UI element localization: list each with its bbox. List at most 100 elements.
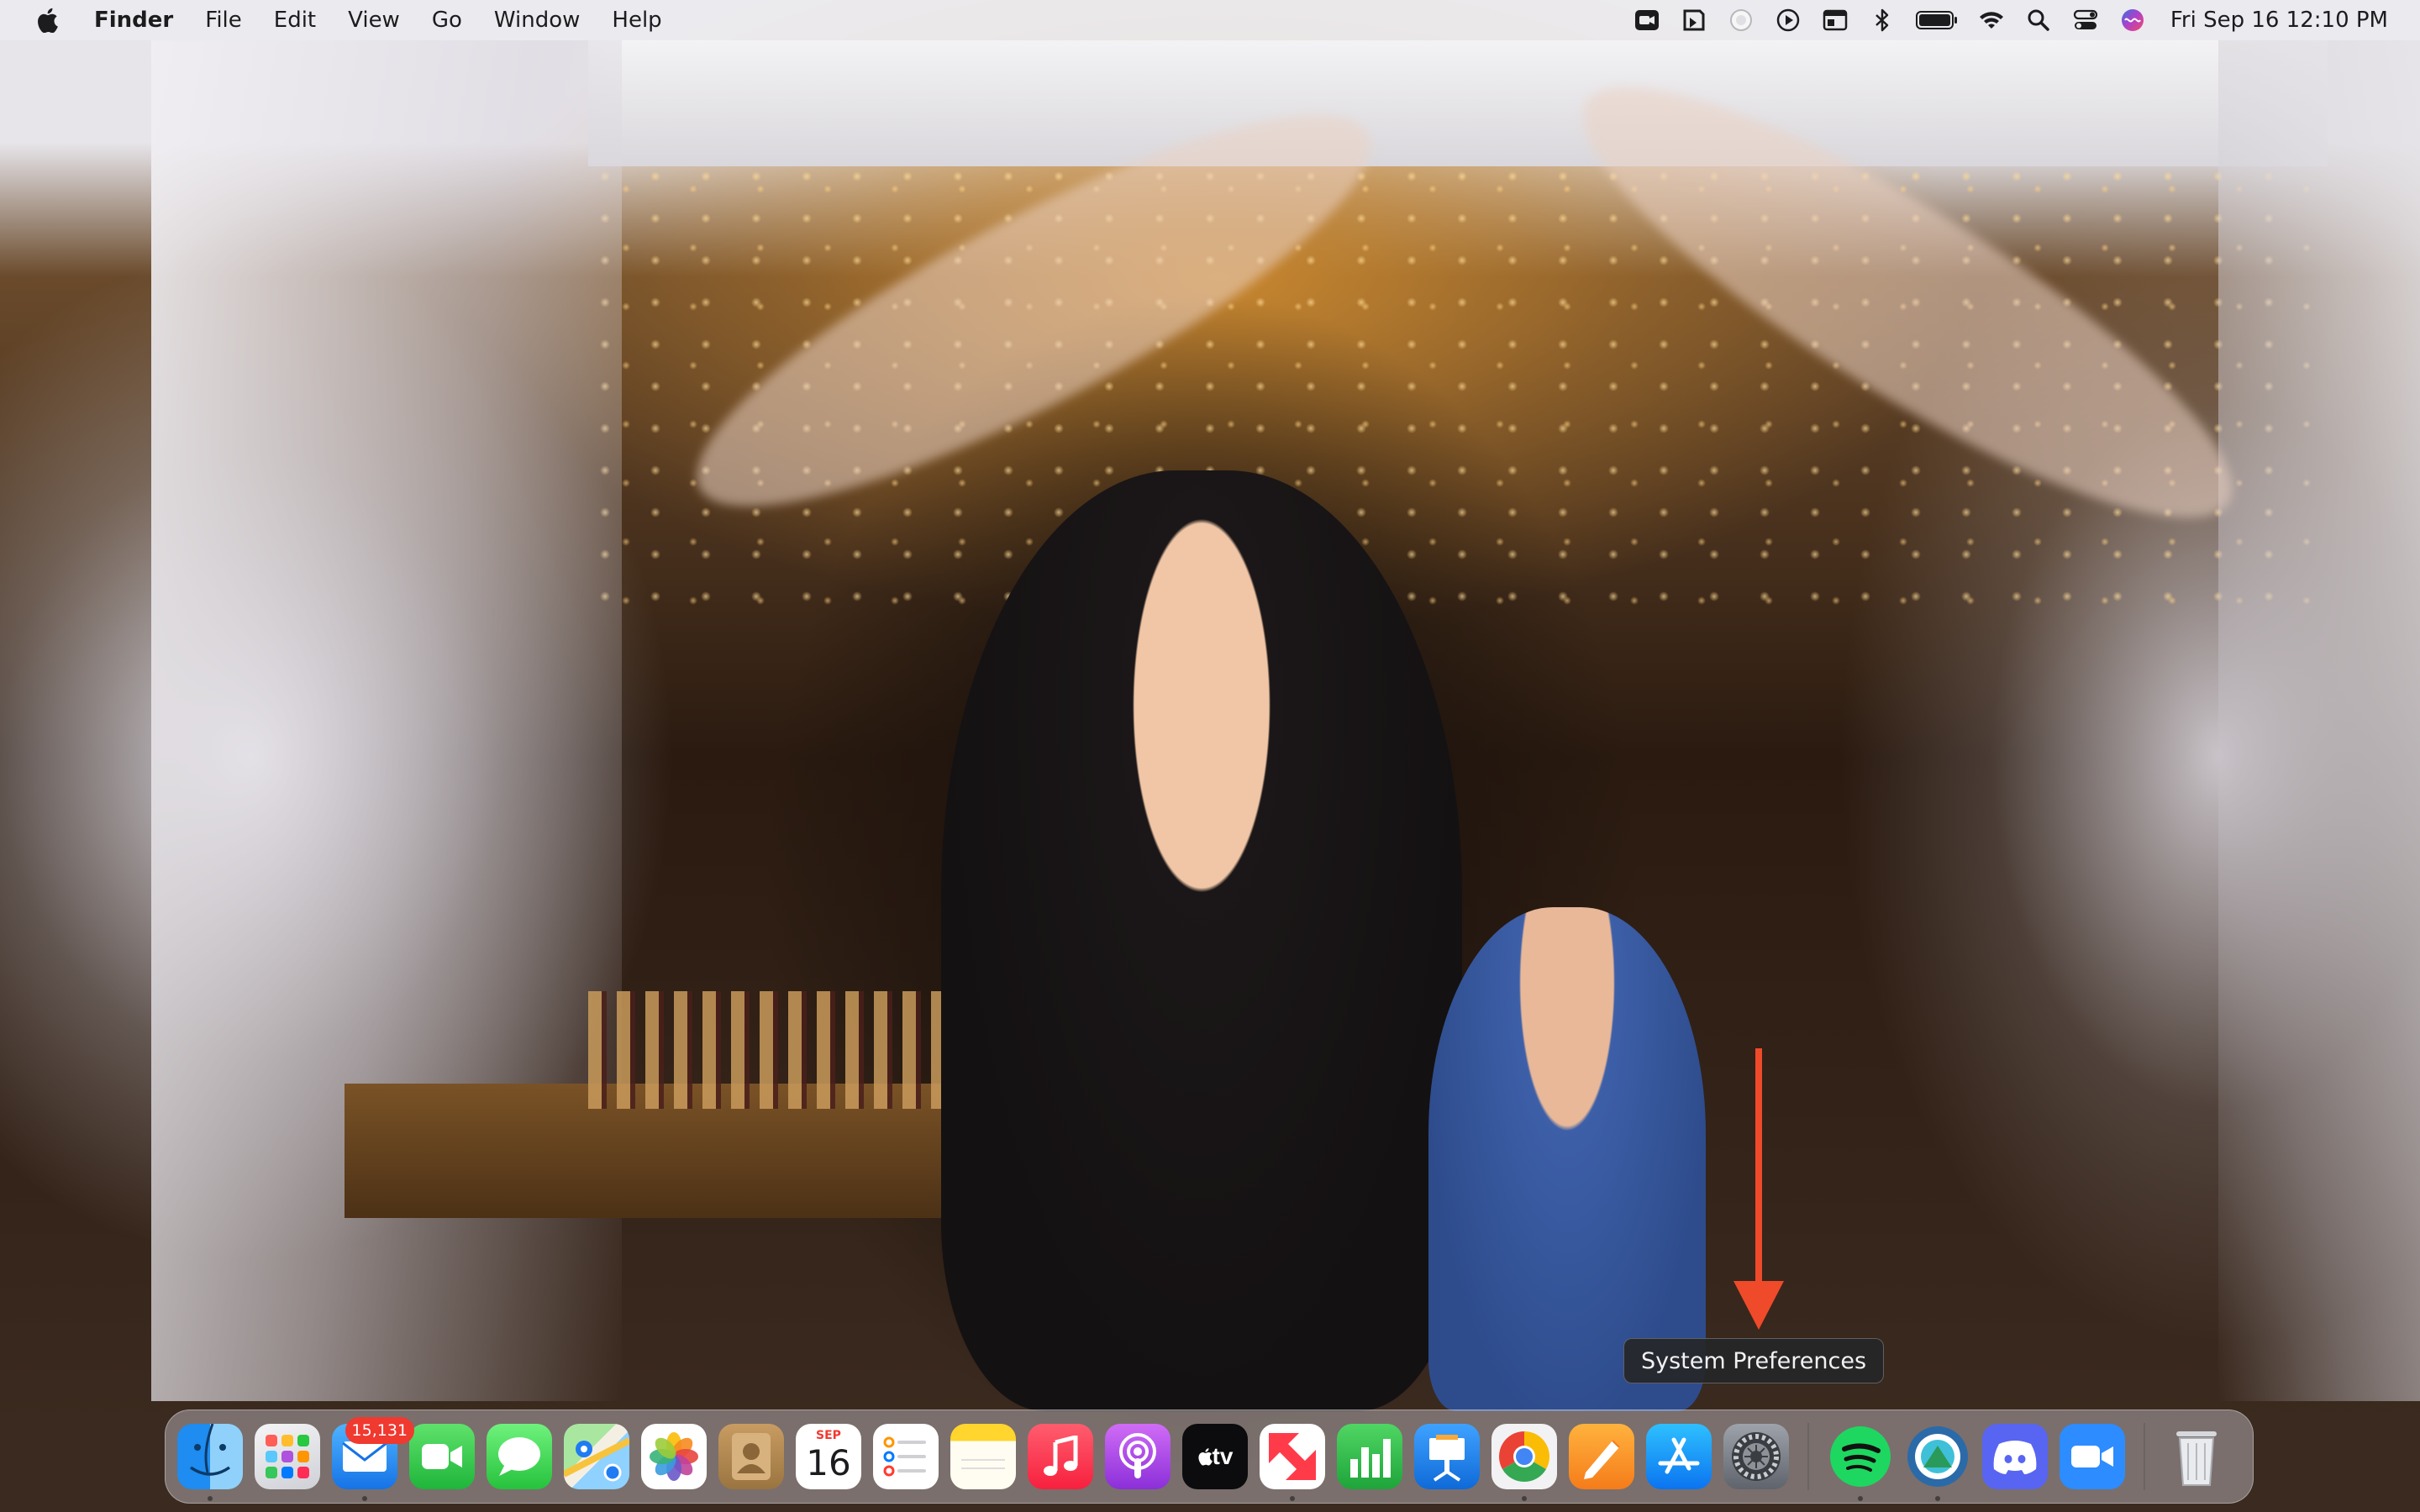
numbers-icon	[1337, 1424, 1402, 1489]
wallpaper-person-blue-dress	[1428, 907, 1706, 1411]
dock-separator	[1807, 1423, 1809, 1490]
dock-app-app-store[interactable]	[1646, 1424, 1712, 1489]
dock-app-calendar[interactable]: SEP 16	[796, 1424, 861, 1489]
dock-app-system-preferences[interactable]	[1723, 1424, 1789, 1489]
wallpaper-string-lights	[588, 160, 2311, 630]
dock-app-keynote[interactable]	[1414, 1424, 1480, 1489]
menu-help[interactable]: Help	[612, 8, 661, 33]
menu-go[interactable]: Go	[432, 8, 462, 33]
menu-clock[interactable]: Fri Sep 16 12:10 PM	[2170, 8, 2388, 33]
apple-menu-icon[interactable]	[34, 7, 60, 34]
menu-view[interactable]: View	[348, 8, 400, 33]
dock-app-discord[interactable]	[1982, 1424, 2048, 1489]
reminders-icon	[873, 1424, 939, 1489]
apple-tv-icon: tv	[1182, 1424, 1248, 1489]
dock-app-news[interactable]	[1260, 1424, 1325, 1501]
menu-app-name[interactable]: Finder	[94, 8, 173, 33]
camera-icon[interactable]	[1633, 6, 1661, 34]
menu-bar-right: Fri Sep 16 12:10 PM	[1614, 0, 2420, 40]
launchpad-icon	[255, 1424, 320, 1489]
menu-bar: Finder File Edit View Go Window Help Fri…	[0, 0, 2420, 40]
dock-app-maps[interactable]	[564, 1424, 629, 1489]
calendar-icon: SEP 16	[796, 1424, 861, 1489]
apple-tv-label: tv	[1212, 1443, 1234, 1469]
keynote-icon	[1414, 1424, 1480, 1489]
trash-icon	[2164, 1424, 2229, 1489]
siri-icon[interactable]	[2118, 6, 2147, 34]
zoom-icon	[2060, 1424, 2125, 1489]
dock-app-finder[interactable]	[177, 1424, 243, 1501]
spotify-icon	[1828, 1424, 1893, 1489]
search-icon[interactable]	[2024, 6, 2053, 34]
dock-app-notes[interactable]	[950, 1424, 1016, 1489]
chrome-icon	[1491, 1424, 1557, 1489]
running-indicator	[362, 1496, 367, 1501]
dock-app-music[interactable]	[1028, 1424, 1093, 1489]
dock-app-zoom[interactable]	[2060, 1424, 2125, 1489]
menu-file[interactable]: File	[205, 8, 242, 33]
dock-app-podcasts[interactable]	[1105, 1424, 1171, 1489]
dock-tooltip: System Preferences	[1623, 1338, 1884, 1383]
menu-window[interactable]: Window	[494, 8, 581, 33]
play-circle-icon[interactable]	[1774, 6, 1802, 34]
running-indicator	[1858, 1496, 1863, 1501]
annotation-arrow-head	[1733, 1281, 1784, 1330]
wallpaper-left-curtain	[151, 40, 622, 1401]
dock-app-launchpad[interactable]	[255, 1424, 320, 1489]
menu-edit[interactable]: Edit	[274, 8, 316, 33]
script-icon[interactable]	[1680, 6, 1708, 34]
wallpaper-table	[345, 1084, 1042, 1218]
wallpaper-tent-roof	[588, 40, 2328, 166]
podcasts-icon	[1105, 1424, 1171, 1489]
annotation-arrow-shaft	[1755, 1048, 1762, 1292]
maps-icon	[564, 1424, 629, 1489]
dock-app-camo[interactable]	[1905, 1424, 1970, 1501]
dock-app-numbers[interactable]	[1337, 1424, 1402, 1489]
wallpaper-right-curtain	[2218, 40, 2420, 1401]
bluetooth-icon[interactable]	[1868, 6, 1897, 34]
dock-app-mail[interactable]: 15,131	[332, 1417, 414, 1501]
notes-icon	[950, 1424, 1016, 1489]
loading-icon[interactable]	[1727, 6, 1755, 34]
dock-app-reminders[interactable]	[873, 1424, 939, 1489]
wifi-icon[interactable]	[1977, 6, 2006, 34]
dock-app-tv[interactable]: tv	[1182, 1424, 1248, 1489]
dock-app-photos[interactable]	[641, 1424, 707, 1489]
dock-app-messages[interactable]	[487, 1424, 552, 1489]
contacts-icon	[718, 1424, 784, 1489]
calendar-day: 16	[806, 1442, 851, 1483]
camo-icon	[1905, 1424, 1970, 1489]
menu-bar-left: Finder File Edit View Go Window Help	[0, 0, 694, 40]
battery-icon[interactable]	[1915, 6, 1959, 34]
mail-unread-badge: 15,131	[345, 1417, 414, 1444]
dock-app-contacts[interactable]	[718, 1424, 784, 1489]
running-indicator	[1522, 1496, 1527, 1501]
dock-app-facetime[interactable]	[409, 1424, 475, 1489]
finder-icon	[177, 1424, 243, 1489]
music-icon	[1028, 1424, 1093, 1489]
photos-icon	[641, 1424, 707, 1489]
dock-app-spotify[interactable]	[1828, 1424, 1893, 1501]
wallpaper-fabric-swag-left	[656, 51, 1411, 570]
calendar-month: SEP	[816, 1429, 841, 1442]
running-indicator	[1290, 1496, 1295, 1501]
messages-icon	[487, 1424, 552, 1489]
dock-app-chrome[interactable]	[1491, 1424, 1557, 1501]
dock: 15,131 SEP 16 tv	[165, 1410, 2254, 1504]
wallpaper-bottles	[588, 991, 1042, 1109]
dock-app-pages[interactable]	[1569, 1424, 1634, 1489]
running-indicator	[1935, 1496, 1940, 1501]
wallpaper-fabric-swag-right	[1538, 24, 2277, 581]
pages-icon	[1569, 1424, 1634, 1489]
system-preferences-icon	[1723, 1424, 1789, 1489]
facetime-icon	[409, 1424, 475, 1489]
dock-app-trash[interactable]	[2164, 1424, 2229, 1489]
app-store-icon	[1646, 1424, 1712, 1489]
discord-icon	[1982, 1424, 2048, 1489]
news-icon	[1260, 1424, 1325, 1489]
control-center-icon[interactable]	[2071, 6, 2100, 34]
wallpaper-person-hoodie	[941, 470, 1462, 1411]
dock-tooltip-label: System Preferences	[1640, 1347, 1867, 1374]
dock-separator	[2144, 1423, 2145, 1490]
window-icon[interactable]	[1821, 6, 1849, 34]
